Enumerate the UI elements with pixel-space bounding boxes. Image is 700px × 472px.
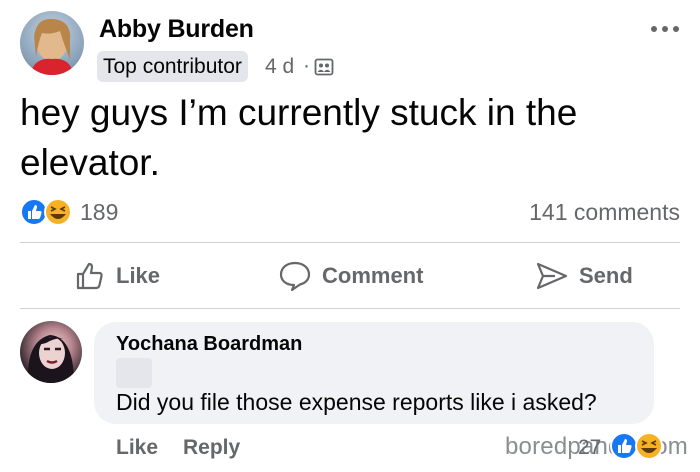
more-options-icon[interactable] — [648, 12, 682, 46]
post-reaction-count[interactable]: 189 — [80, 199, 118, 226]
send-label: Send — [579, 263, 633, 288]
comment-reaction-icons[interactable] — [609, 431, 665, 461]
post-timestamp[interactable]: 4 d — [265, 55, 294, 79]
comment-reply-button[interactable]: Reply — [183, 436, 240, 460]
commenter-name[interactable]: Yochana Boardman — [116, 333, 302, 356]
like-label: Like — [116, 263, 161, 288]
comment-text: Did you file those expense reports like … — [116, 389, 597, 415]
comment-button[interactable]: Comment — [278, 258, 423, 294]
divider — [20, 242, 680, 243]
send-outline-icon — [536, 262, 568, 290]
top-contributor-badge[interactable]: Top contributor — [97, 51, 248, 82]
contributor-badge-placeholder — [116, 358, 152, 388]
post-author-name[interactable]: Abby Burden — [99, 15, 254, 44]
like-icon — [20, 198, 48, 226]
comment-outline-icon — [279, 261, 311, 292]
like-icon — [610, 432, 638, 460]
haha-icon — [635, 432, 663, 460]
commenter-avatar[interactable] — [20, 321, 82, 383]
group-icon — [314, 57, 334, 77]
post-text: hey guys I’m currently stuck in the elev… — [20, 92, 578, 183]
like-outline-icon — [76, 262, 103, 290]
comment-reaction-count[interactable]: 27 — [578, 436, 601, 460]
divider — [20, 308, 680, 309]
post-comments-count[interactable]: 141 comments — [529, 199, 680, 226]
send-button[interactable]: Send — [535, 258, 633, 294]
meta-separator: · — [303, 54, 310, 77]
post-reaction-icons[interactable] — [20, 198, 76, 226]
post-author-avatar[interactable] — [20, 11, 84, 75]
haha-icon — [44, 198, 72, 226]
like-button[interactable]: Like — [74, 258, 160, 294]
comment-like-button[interactable]: Like — [116, 436, 158, 460]
comment-label: Comment — [322, 263, 424, 288]
